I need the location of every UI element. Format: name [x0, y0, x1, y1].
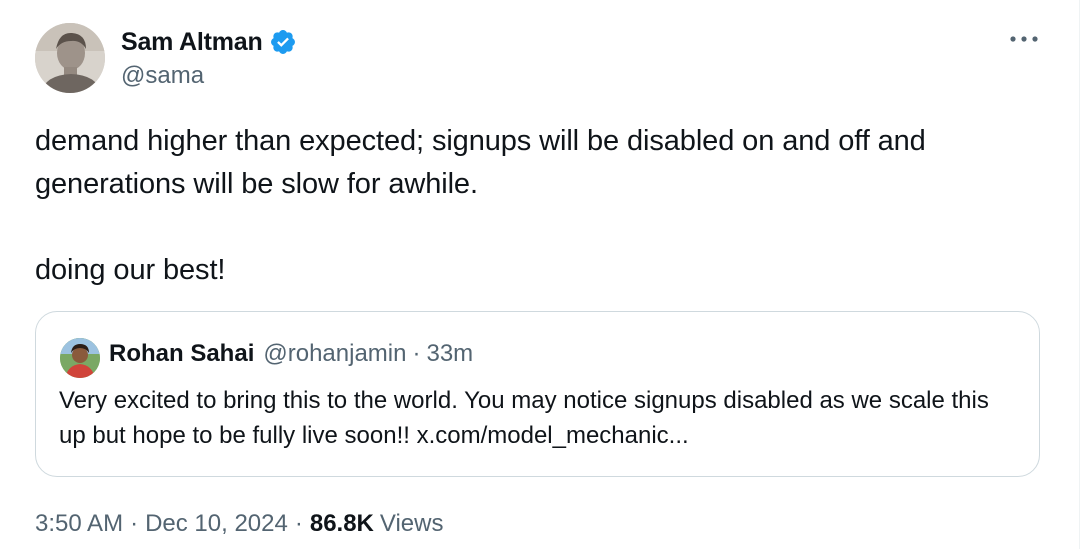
quoted-author-avatar[interactable] [60, 338, 100, 378]
tweet-text: demand higher than expected; signups wil… [35, 125, 926, 286]
more-options-button[interactable] [1007, 26, 1041, 52]
tweet-date[interactable]: Dec 10, 2024 [145, 510, 288, 538]
author-avatar[interactable] [35, 23, 105, 93]
more-options-icon [1010, 36, 1038, 42]
quoted-timestamp: 33m [426, 340, 474, 367]
author-name[interactable]: Sam Altman [121, 28, 263, 57]
views-label[interactable]: Views [380, 510, 444, 538]
quoted-tweet[interactable]: Rohan Sahai @rohanjamin · 33m Very excit… [35, 311, 1040, 477]
avatar-photo-icon [35, 23, 105, 93]
quoted-header: Rohan Sahai @rohanjamin · 33m [109, 340, 473, 368]
tweet-meta: 3:50 AM · Dec 10, 2024 · 86.8K Views [35, 510, 443, 538]
quoted-author-name: Rohan Sahai [109, 340, 255, 367]
tweet-time[interactable]: 3:50 AM [35, 510, 123, 538]
tweet-card: Sam Altman @sama demand higher than expe… [0, 0, 1080, 549]
meta-separator-2: · [294, 510, 303, 537]
verified-badge-icon[interactable] [269, 28, 297, 56]
quoted-tweet-text: Very excited to bring this to the world.… [59, 387, 989, 449]
views-count[interactable]: 86.8K [310, 510, 374, 538]
quoted-avatar-photo-icon [60, 338, 100, 378]
author-name-row: Sam Altman [121, 26, 297, 58]
meta-separator: · [130, 510, 139, 537]
quoted-author-handle: @rohanjamin [263, 340, 407, 367]
quoted-separator: · [412, 340, 421, 367]
author-handle[interactable]: @sama [121, 62, 204, 90]
